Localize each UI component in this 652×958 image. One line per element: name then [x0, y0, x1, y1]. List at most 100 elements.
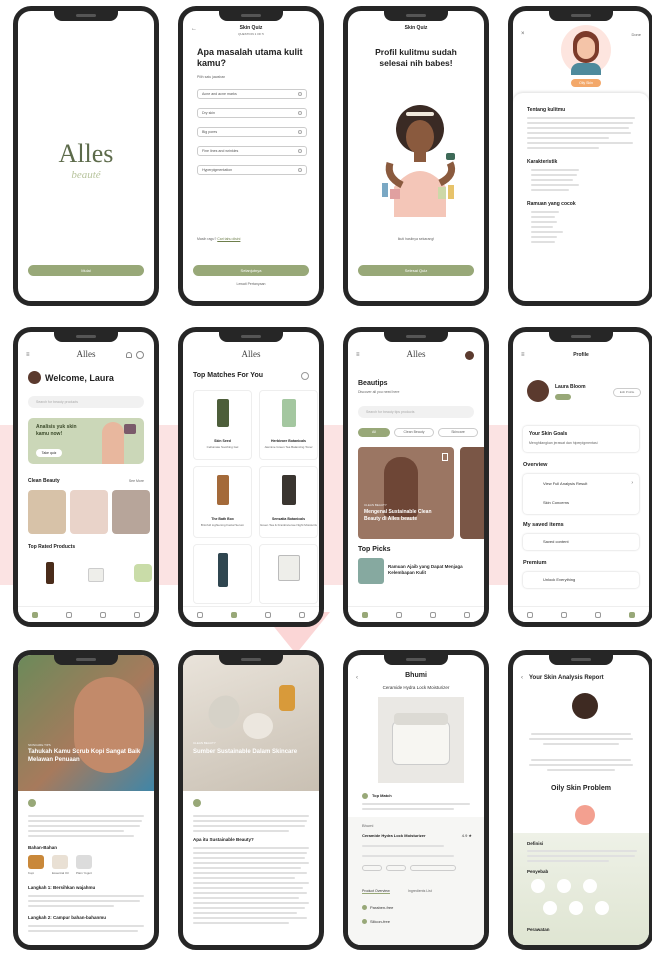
overview-item[interactable]: View Full Analysis Result [543, 481, 587, 486]
bookmark-icon[interactable] [442, 453, 448, 461]
home-icon[interactable] [197, 611, 203, 618]
product-card[interactable]: Herbivore Botanicals Jasmine Green Tea B… [259, 390, 318, 460]
home-icon[interactable] [527, 611, 533, 618]
cause-title: Penyebab [527, 869, 549, 874]
grid-icon[interactable] [561, 611, 567, 618]
girl-illustration [382, 105, 456, 217]
filter-icon[interactable] [301, 372, 309, 380]
user-icon[interactable] [629, 611, 635, 618]
phone-article-sustainable: CLEAN BEAUTY Sumber Sustainable Dalam Sk… [178, 650, 324, 950]
see-more-link[interactable]: See More [129, 479, 144, 483]
close-icon[interactable]: × [521, 31, 525, 37]
product-image[interactable] [134, 564, 152, 582]
back-icon[interactable]: ‹ [521, 675, 523, 681]
help-link[interactable]: Cari tahu disini [217, 237, 240, 241]
avatar[interactable] [527, 380, 549, 402]
start-button[interactable]: Mulai [28, 265, 144, 276]
matches-title: Top Matches For You [193, 372, 264, 379]
clean-card[interactable] [28, 490, 66, 534]
bag-icon[interactable] [430, 611, 436, 618]
ingredient-label: Plain Yogurt [76, 871, 93, 875]
match-icon[interactable] [231, 611, 237, 618]
bell-icon[interactable] [126, 352, 132, 358]
paraben-free: Paraben-free [370, 905, 394, 910]
app-logo: Alles [406, 349, 426, 359]
bag-icon[interactable] [595, 611, 601, 618]
quiz-question: Apa masalah utama kulit kamu? [197, 47, 303, 68]
promo-banner[interactable]: Analisis yuk skin kamu now! Take quiz [28, 418, 144, 464]
clean-card[interactable] [70, 490, 108, 534]
avatar[interactable] [28, 371, 41, 384]
product-image[interactable] [88, 568, 104, 582]
phone-profile: ≡ Profile Laura Bloom Edit Profile Your … [508, 327, 652, 627]
premium-title: Premium [523, 560, 547, 566]
grid-icon[interactable] [396, 611, 402, 618]
bag-icon[interactable] [265, 611, 271, 618]
article-tag: CLEAN BEAUTY [193, 741, 216, 745]
product-card[interactable] [259, 544, 318, 604]
home-icon[interactable] [32, 611, 38, 618]
quiz-option[interactable]: Acne and acne marks [197, 89, 307, 99]
product-name: The Bath Box [211, 517, 234, 521]
article-hero: CLEAN BEAUTY Sumber Sustainable Dalam Sk… [183, 655, 319, 791]
pick-image[interactable] [358, 558, 384, 584]
clean-card[interactable] [112, 490, 150, 534]
tab-ingredients[interactable]: Ingredients List [408, 889, 432, 893]
product-sub: Green Tea & Frankincense Night Moisturiz… [260, 523, 318, 527]
product-card[interactable] [193, 544, 252, 604]
chip-all[interactable]: All [358, 428, 390, 437]
app-logo-sub: beauté [71, 169, 101, 181]
skin-badge: Oily Skin [571, 79, 601, 87]
article-hero: SKINCARE TIPS Tahukah Kamu Scrub Kopi Sa… [18, 655, 154, 791]
product-name: Herbivore Botanicals [270, 439, 306, 443]
home-icon[interactable] [362, 611, 368, 618]
premium-card[interactable]: Unlock Everything [523, 572, 639, 588]
phone-quiz-done: Skin Quiz Profil kulitmu sudah selesai n… [343, 6, 489, 306]
app-logo: Alles [58, 139, 114, 168]
edit-profile-button[interactable]: Edit Profile [613, 388, 641, 397]
product-card[interactable]: Sensatia Botanicals Green Tea & Frankinc… [259, 466, 318, 538]
saved-card[interactable]: Saved content [523, 534, 639, 550]
done-header: Skin Quiz [404, 25, 428, 31]
avatar[interactable] [465, 351, 474, 360]
bag-icon[interactable] [100, 611, 106, 618]
article-card[interactable] [460, 447, 484, 539]
top-picks-title: Top Picks [358, 546, 391, 553]
top-rated-title: Top Rated Products [28, 544, 76, 550]
chip-clean-beauty[interactable]: Clean Beauty [394, 428, 434, 437]
finish-quiz-button[interactable]: Selesai Quiz [358, 265, 474, 276]
overview-item[interactable]: Skin Concerns [543, 500, 569, 505]
product-card[interactable]: Skin Seed Cellumate Soothing Gel [193, 390, 252, 460]
article-title: Tahukah Kamu Scrub Kopi Sangat Baik Mela… [28, 749, 141, 763]
product-image[interactable] [46, 562, 54, 584]
goals-sub: Menghilangkan jerawat dan hiperpigmentas… [529, 441, 598, 445]
goals-title: Your Skin Goals [529, 431, 568, 437]
search-input[interactable]: Search for beauty products [28, 396, 144, 408]
pick-title[interactable]: Ramuan Ajaib yang Dapat Menjaga Kelembap… [388, 564, 478, 576]
grid-icon[interactable] [66, 611, 72, 618]
user-icon[interactable] [299, 611, 305, 618]
quiz-option[interactable]: Fine lines and wrinkles [197, 146, 307, 156]
quiz-option[interactable]: Dry skin [197, 108, 307, 118]
product-card[interactable]: The Bath Box Brimfull Lightening Facial … [193, 466, 252, 538]
article-title: Sumber Sustainable Dalam Skincare [193, 749, 298, 755]
skip-link[interactable]: Lewati Pertanyaan [183, 282, 319, 286]
article-card[interactable]: CLEAN BEAUTY Mengenal Sustainable Clean … [358, 447, 454, 539]
quiz-option[interactable]: Big pores [197, 127, 307, 137]
quiz-option[interactable]: Hyperpigmentation [197, 165, 307, 175]
phone-product: ‹ Bhumi Ceramide Hydra Lock Moisturizer … [343, 650, 489, 950]
tab-overview[interactable]: Product Overview [362, 889, 390, 894]
next-button[interactable]: Selanjutnya [193, 265, 309, 276]
user-icon[interactable] [134, 611, 140, 618]
done-button[interactable]: Done [631, 32, 641, 37]
ingredient-label: Kopi [28, 871, 35, 875]
skin-goals-card[interactable]: Your Skin Goals Menghilangkan jerawat da… [523, 426, 639, 452]
gear-icon[interactable] [136, 351, 144, 359]
chip-skincare[interactable]: Skincare [438, 428, 478, 437]
article-tag: SKINCARE TIPS [28, 743, 51, 747]
take-quiz-button[interactable]: Take quiz [36, 449, 62, 457]
search-input[interactable]: Search for beauty tips products [358, 406, 474, 418]
user-icon[interactable] [464, 611, 470, 618]
quiz-hint: Pilih satu jawaban [197, 75, 226, 79]
app-logo: Alles [76, 349, 96, 359]
